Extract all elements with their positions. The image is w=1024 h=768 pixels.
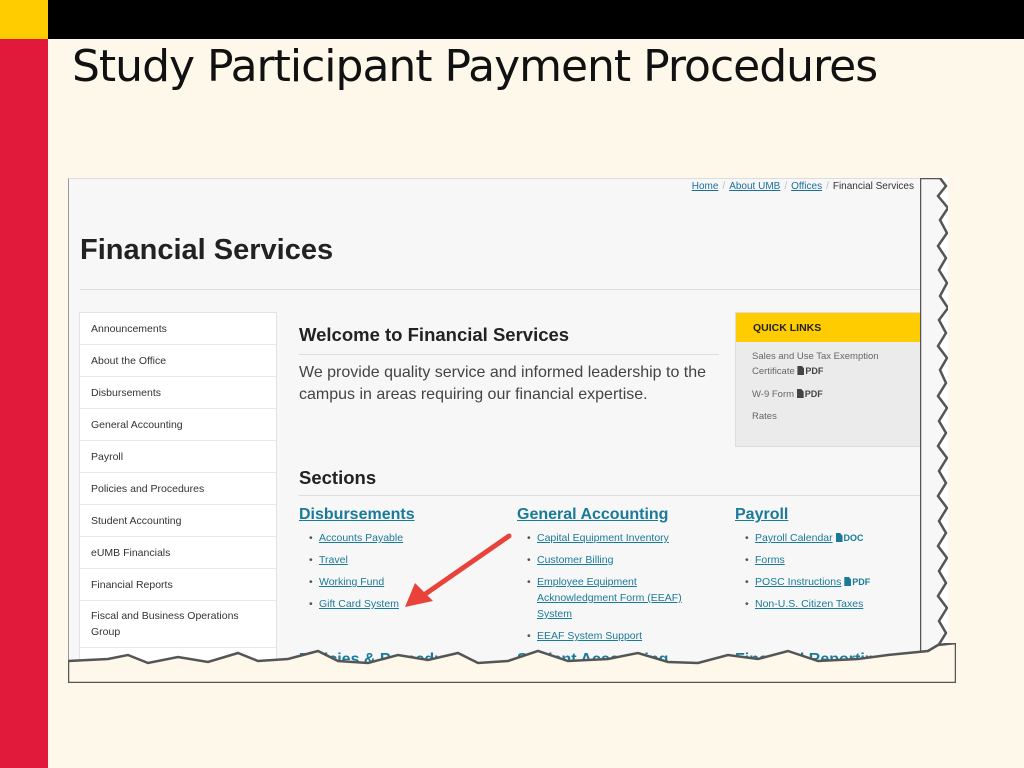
file-icon <box>796 389 804 398</box>
section-disbursements: Disbursements Accounts Payable Travel Wo… <box>299 506 514 618</box>
link-payroll-calendar[interactable]: Payroll Calendar <box>755 532 833 544</box>
link-travel[interactable]: Travel <box>319 554 348 566</box>
pdf-badge: PDF <box>796 389 823 399</box>
list-item: POSC Instructions PDF <box>745 574 940 590</box>
quick-links-panel: QUICK LINKS Sales and Use Tax Exemption … <box>735 312 935 447</box>
divider <box>299 354 719 355</box>
sidebar-item-disbursements[interactable]: Disbursements <box>80 377 276 409</box>
link-posc-instructions[interactable]: POSC Instructions <box>755 576 841 588</box>
quick-link-rates[interactable]: Rates <box>736 410 934 424</box>
breadcrumb-separator: / <box>784 181 788 192</box>
link-working-fund[interactable]: Working Fund <box>319 576 384 588</box>
list-item: Customer Billing <box>527 552 732 568</box>
link-gift-card-system[interactable]: Gift Card System <box>319 598 399 610</box>
badge-label: DOC <box>843 533 864 543</box>
section-heading-student-accounting[interactable]: Student Accounting <box>517 651 668 668</box>
list-item: Travel <box>309 552 514 568</box>
section-link-list: Capital Equipment Inventory Customer Bil… <box>517 530 732 644</box>
list-item: EEAF System Support <box>527 628 732 644</box>
quick-links-header: QUICK LINKS <box>736 313 934 342</box>
sidebar-item-policies-and-procedures[interactable]: Policies and Procedures <box>80 473 276 505</box>
doc-badge: DOC <box>835 533 864 543</box>
website-page: Home / About UMB / Offices / Financial S… <box>68 178 940 668</box>
section-heading-link[interactable]: Payroll <box>735 506 940 524</box>
list-item: Payroll Calendar DOC <box>745 530 940 546</box>
badge-label: PDF <box>805 366 824 376</box>
link-eeaf-system[interactable]: Employee Equipment Acknowledgment Form (… <box>537 576 682 620</box>
breadcrumb-separator: / <box>722 181 726 192</box>
slide-title: Study Participant Payment Procedures <box>72 41 878 92</box>
section-heading-policies-procedures[interactable]: Policies & Procedures <box>299 651 468 668</box>
welcome-text: We provide quality service and informed … <box>299 364 707 403</box>
sidebar-item-fiscal-business-operations[interactable]: Fiscal and Business Operations Group <box>80 601 276 648</box>
sidebar-item-student-accounting[interactable]: Student Accounting <box>80 505 276 537</box>
breadcrumb-current: Financial Services <box>832 181 914 192</box>
page-title: Financial Services <box>80 234 334 266</box>
welcome-heading: Welcome to Financial Services <box>299 324 570 345</box>
quick-link-tax-exemption[interactable]: Sales and Use Tax Exemption Certificate … <box>736 350 934 379</box>
sidebar-item-financial-reports[interactable]: Financial Reports <box>80 569 276 601</box>
pdf-badge: PDF <box>797 366 823 376</box>
sidebar-item-payroll[interactable]: Payroll <box>80 441 276 473</box>
section-link-list: Accounts Payable Travel Working Fund Gif… <box>299 530 514 612</box>
divider <box>80 289 940 290</box>
section-general-accounting: General Accounting Capital Equipment Inv… <box>517 506 732 650</box>
corner-accent-yellow <box>0 0 48 39</box>
sidebar-item-general-accounting[interactable]: General Accounting <box>80 409 276 441</box>
sections-heading: Sections <box>299 467 377 488</box>
breadcrumb-separator: / <box>826 181 829 192</box>
list-item: Non-U.S. Citizen Taxes <box>745 596 940 612</box>
pdf-badge: PDF <box>844 577 870 587</box>
section-heading-link[interactable]: Disbursements <box>299 506 514 524</box>
breadcrumb-offices[interactable]: Offices <box>791 181 822 192</box>
slide-top-bar <box>48 0 1024 39</box>
file-icon <box>835 533 843 542</box>
link-customer-billing[interactable]: Customer Billing <box>537 554 613 566</box>
list-item: Working Fund <box>309 574 514 590</box>
sidebar-item-eumb-financials[interactable]: eUMB Financials <box>80 537 276 569</box>
sidebar-item-announcements[interactable]: Announcements <box>80 313 276 345</box>
sidebar-nav: Announcements About the Office Disbursem… <box>79 312 277 668</box>
list-item: Forms <box>745 552 940 568</box>
quick-link-label: W-9 Form <box>752 389 795 400</box>
list-item: Gift Card System <box>309 596 514 612</box>
link-non-us-citizen-taxes[interactable]: Non-U.S. Citizen Taxes <box>755 598 863 610</box>
breadcrumb-about-umb[interactable]: About UMB <box>729 181 780 192</box>
badge-label: PDF <box>852 577 871 587</box>
divider <box>299 495 939 496</box>
list-item: Accounts Payable <box>309 530 514 546</box>
badge-label: PDF <box>804 389 823 399</box>
link-eeaf-system-support[interactable]: EEAF System Support <box>537 630 642 642</box>
section-heading-link[interactable]: General Accounting <box>517 506 732 524</box>
sidebar-item-about-the-office[interactable]: About the Office <box>80 345 276 377</box>
section-heading-financial-reporting[interactable]: Financial Reporting <box>735 651 884 668</box>
sidebar-item-cut-off <box>80 648 276 668</box>
file-icon <box>844 577 852 586</box>
website-screenshot: Home / About UMB / Offices / Financial S… <box>68 178 956 683</box>
quick-link-label: Rates <box>752 411 777 422</box>
slide-left-bar <box>0 39 48 768</box>
link-accounts-payable[interactable]: Accounts Payable <box>319 532 403 544</box>
file-icon <box>797 366 805 375</box>
list-item: Employee Equipment Acknowledgment Form (… <box>527 574 702 622</box>
section-link-list: Payroll Calendar DOC Forms POSC Instruct… <box>735 530 940 612</box>
section-payroll: Payroll Payroll Calendar DOC Forms POSC … <box>735 506 940 618</box>
list-item: Capital Equipment Inventory <box>527 530 732 546</box>
link-capital-equipment-inventory[interactable]: Capital Equipment Inventory <box>537 532 669 544</box>
quick-link-w9-form[interactable]: W-9 Form PDF <box>736 387 934 402</box>
breadcrumb-home[interactable]: Home <box>692 181 719 192</box>
breadcrumb: Home / About UMB / Offices / Financial S… <box>692 181 914 192</box>
link-forms[interactable]: Forms <box>755 554 785 566</box>
